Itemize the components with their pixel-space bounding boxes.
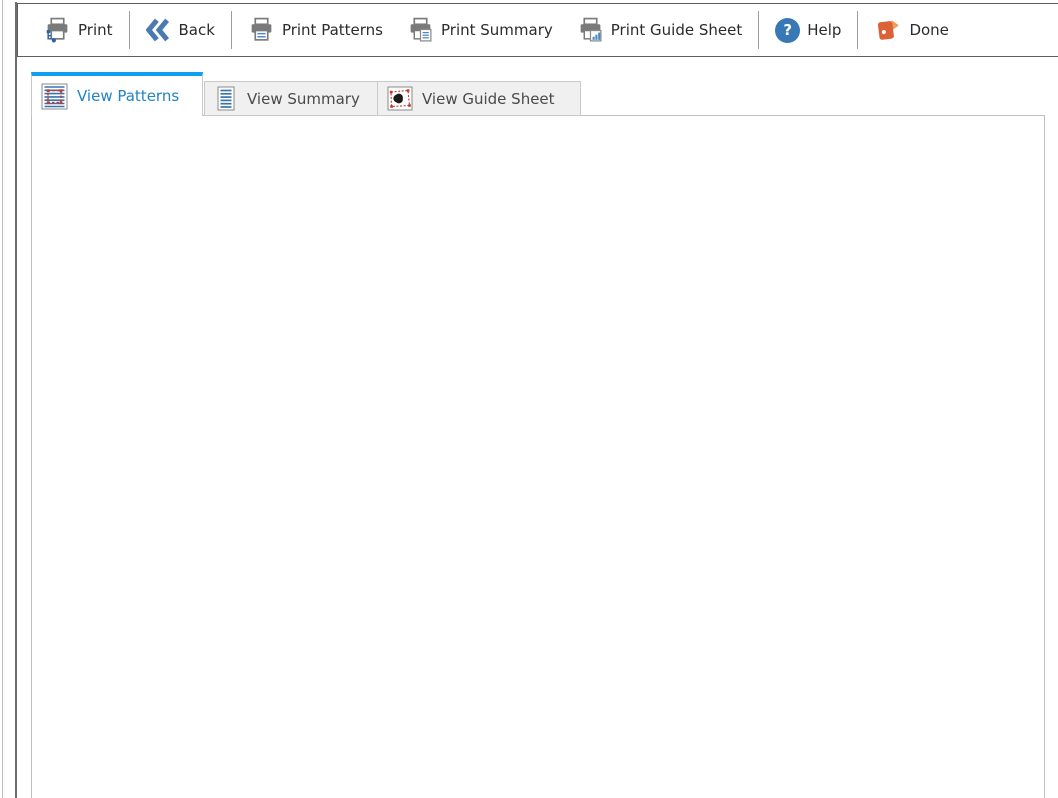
done-icon [874,17,902,44]
window-frame-inner-line [15,2,17,798]
toolbar: Print Back [17,3,1058,57]
done-button[interactable]: Done [862,10,960,50]
print-summary-icon [407,17,434,43]
print-button-label: Print [78,21,113,39]
pattern-viewer-window: Print Back [0,0,1058,798]
done-button-label: Done [909,21,948,39]
print-patterns-icon [248,17,275,43]
print-button[interactable]: Print [32,10,125,50]
toolbar-separator [758,11,759,49]
tab-content-area [31,115,1045,798]
print-guide-sheet-button-label: Print Guide Sheet [611,21,742,39]
print-patterns-button-label: Print Patterns [282,21,383,39]
print-summary-button[interactable]: Print Summary [395,10,565,50]
help-glyph: ? [783,21,792,39]
print-guide-sheet-icon [577,17,604,43]
window-frame-outer-line [2,0,3,798]
tab-view-guide-sheet[interactable]: View Guide Sheet [377,81,581,116]
print-icon [44,17,71,43]
back-button-label: Back [179,21,215,39]
print-guide-sheet-button[interactable]: Print Guide Sheet [565,10,754,50]
help-button-label: Help [807,21,841,39]
print-summary-button-label: Print Summary [441,21,553,39]
toolbar-separator [129,11,130,49]
tab-view-guide-sheet-label: View Guide Sheet [422,90,555,108]
view-patterns-icon [41,83,68,110]
view-guide-sheet-icon [387,86,413,111]
help-icon: ? [775,18,800,43]
tab-view-patterns[interactable]: View Patterns [31,72,203,116]
toolbar-separator [231,11,232,49]
tab-view-summary[interactable]: View Summary [204,81,378,116]
tab-view-patterns-label: View Patterns [77,87,179,105]
tab-view-summary-label: View Summary [247,90,360,108]
print-patterns-button[interactable]: Print Patterns [236,10,395,50]
view-summary-icon [214,86,238,111]
toolbar-separator [857,11,858,49]
back-button[interactable]: Back [134,10,227,50]
help-button[interactable]: ? Help [763,10,853,50]
back-icon [146,17,172,43]
